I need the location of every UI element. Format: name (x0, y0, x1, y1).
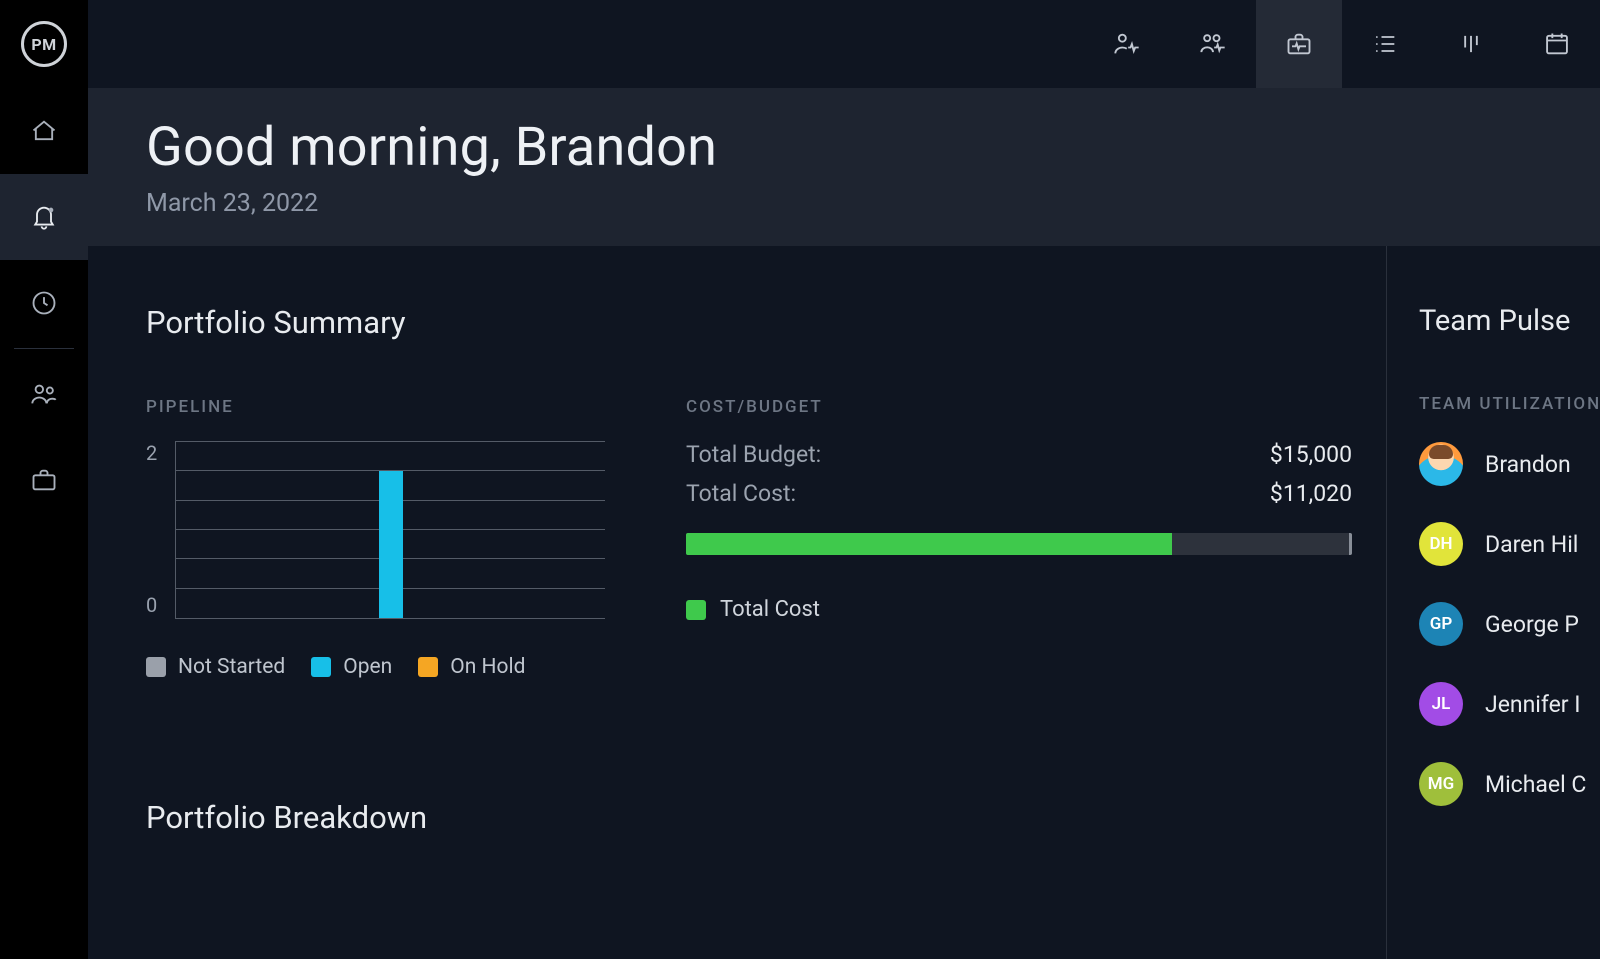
y-tick: 2 (146, 441, 157, 465)
logo-wrap: PM (0, 0, 88, 88)
legend-swatch (418, 657, 438, 677)
person-pulse-icon (1113, 30, 1141, 58)
briefcase-pulse-icon (1285, 30, 1313, 58)
summary-grid: PIPELINE 20 Not StartedOpenOn Hold COST/… (146, 397, 1352, 679)
total-cost-value: $11,020 (1270, 480, 1352, 507)
team-member[interactable]: MG Michael C (1419, 762, 1600, 806)
home-icon (30, 117, 58, 145)
team-list: Brandon DH Daren Hil GP George P JL Jennifer I… (1419, 442, 1600, 806)
main: Good morning, Brandon March 23, 2022 Por… (88, 0, 1600, 959)
team-member[interactable]: JL Jennifer I (1419, 682, 1600, 726)
nav-notifications[interactable] (0, 174, 88, 260)
legend-item: Open (311, 655, 392, 679)
topbar-list[interactable] (1342, 0, 1428, 88)
topbar-icons (1084, 0, 1600, 88)
nav-recent[interactable] (0, 260, 88, 346)
cost-progress-fill (686, 533, 1172, 555)
avatar: JL (1419, 682, 1463, 726)
legend-item: Not Started (146, 655, 285, 679)
avatar: MG (1419, 762, 1463, 806)
legend-label: Not Started (178, 655, 285, 679)
teampulse-subtitle: TEAM UTILIZATION (1419, 394, 1600, 414)
pipeline-y-axis: 20 (146, 441, 157, 619)
member-name: George P (1485, 611, 1579, 638)
costbudget-panel: COST/BUDGET Total Budget: $15,000 Total … (686, 397, 1352, 679)
pipeline-panel: PIPELINE 20 Not StartedOpenOn Hold (146, 397, 626, 679)
legend-item: On Hold (418, 655, 525, 679)
cost-legend-swatch (686, 600, 706, 620)
topbar-calendar[interactable] (1514, 0, 1600, 88)
teampulse-title: Team Pulse (1419, 304, 1600, 338)
teampulse-panel: Team Pulse TEAM UTILIZATION Brandon DH Dar… (1386, 246, 1600, 959)
team-member[interactable]: GP George P (1419, 602, 1600, 646)
cost-progress (686, 533, 1352, 555)
topbar (88, 0, 1600, 88)
total-cost-label: Total Cost: (686, 480, 796, 507)
legend-label: Open (343, 655, 392, 679)
legend-swatch (146, 657, 166, 677)
member-name: Daren Hil (1485, 531, 1578, 558)
portfolio-section: Portfolio Summary PIPELINE 20 Not Starte… (88, 246, 1386, 959)
costbudget-label: COST/BUDGET (686, 397, 1352, 417)
legend-label: On Hold (450, 655, 525, 679)
member-name: Brandon (1485, 451, 1571, 478)
briefcase-icon (30, 466, 58, 494)
total-budget-row: Total Budget: $15,000 (686, 441, 1352, 468)
cost-legend-label: Total Cost (720, 597, 820, 622)
tally-icon (1457, 30, 1485, 58)
team-pulse-icon (1199, 30, 1227, 58)
logo[interactable]: PM (21, 21, 67, 67)
content-row: Portfolio Summary PIPELINE 20 Not Starte… (88, 246, 1600, 959)
sidebar: PM (0, 0, 88, 959)
bell-icon (30, 203, 58, 231)
team-member[interactable]: DH Daren Hil (1419, 522, 1600, 566)
calendar-icon (1543, 30, 1571, 58)
total-budget-label: Total Budget: (686, 441, 821, 468)
pipeline-chart: 20 (146, 441, 626, 619)
avatar: DH (1419, 522, 1463, 566)
portfolio-summary-title: Portfolio Summary (146, 304, 1352, 341)
nav-home[interactable] (0, 88, 88, 174)
nav-section-top (0, 88, 88, 346)
cost-legend: Total Cost (686, 597, 1352, 622)
total-budget-value: $15,000 (1270, 441, 1352, 468)
avatar (1419, 442, 1463, 486)
team-member[interactable]: Brandon (1419, 442, 1600, 486)
nav-briefcase[interactable] (0, 437, 88, 523)
topbar-tally[interactable] (1428, 0, 1514, 88)
portfolio-breakdown-title: Portfolio Breakdown (146, 799, 1352, 836)
nav-section-bottom (0, 351, 88, 523)
greeting-banner: Good morning, Brandon March 23, 2022 (88, 88, 1600, 246)
topbar-briefcase-pulse[interactable] (1256, 0, 1342, 88)
pipeline-bar (379, 471, 403, 618)
people-icon (30, 380, 58, 408)
greeting-text: Good morning, Brandon (146, 116, 1600, 179)
member-name: Michael C (1485, 771, 1586, 798)
nav-people[interactable] (0, 351, 88, 437)
legend-swatch (311, 657, 331, 677)
pipeline-legend: Not Started Open On Hold (146, 655, 626, 679)
y-tick: 0 (146, 593, 157, 617)
pipeline-label: PIPELINE (146, 397, 626, 417)
avatar: GP (1419, 602, 1463, 646)
pipeline-chart-area (175, 441, 605, 619)
list-icon (1371, 30, 1399, 58)
total-cost-row: Total Cost: $11,020 (686, 480, 1352, 507)
member-name: Jennifer I (1485, 691, 1581, 718)
topbar-team-pulse[interactable] (1170, 0, 1256, 88)
topbar-person-pulse[interactable] (1084, 0, 1170, 88)
nav-divider (14, 348, 74, 349)
clock-icon (30, 289, 58, 317)
greeting-date: March 23, 2022 (146, 189, 1600, 218)
